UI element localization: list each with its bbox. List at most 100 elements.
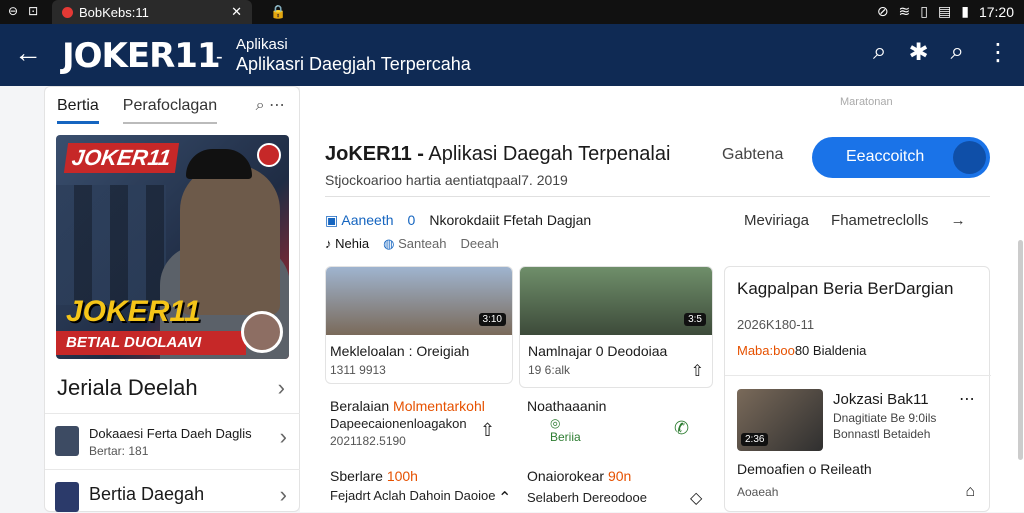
tab-title: BobKebs:11 [79,4,149,20]
news-line2: Selaberh Dereodooe [527,490,647,505]
news-line2: Dapeecaionenloagakon [330,416,467,431]
source-link[interactable]: ▣ Aaneeth [325,212,394,229]
tab-perafoclagan[interactable]: Perafoclagan [122,97,218,124]
news-title[interactable]: Noathaaanin [527,398,606,414]
video-duration: 3:5 [684,313,706,326]
alarm-icon: ⊘ [876,3,889,19]
primary-button[interactable]: Eeaccoitch [812,137,990,178]
meta-row-2: ♪ Nehia ◍ Santeah Deeah [325,236,499,252]
list-thumbnail [55,426,79,456]
side-heading[interactable]: Kagpalpan Beria BerDargian [737,279,953,299]
news-title-highlight: 90n [607,468,632,484]
chevron-right-icon[interactable]: › [278,375,285,401]
appbar-actions: ⌕ ✱ ⌕ ⋮ [873,38,1010,67]
poster-avatar [241,311,283,353]
search-more-icon[interactable]: ⌕ ⋯ [256,95,285,115]
side-item-line2: Bonnastl Betaideh [833,427,931,441]
globe-link[interactable]: ◍ Santeah [383,236,446,252]
meta-text: Nkorokdaiit Ffetah Dagjan [429,212,592,228]
toggle-knob [953,141,986,174]
video-duration: 3:10 [478,313,506,326]
brand-logo[interactable]: JOKER11 [62,36,221,76]
news-title[interactable]: Sberlare 100h [330,468,418,484]
action-label: Beriia [550,430,581,444]
list-item-title: Dokaaesi Ferta Daeh Daglis [89,426,252,441]
divider [325,196,990,197]
side-card: Kagpalpan Beria BerDargian 2026K180-11 M… [724,266,991,512]
poster-title-main: JOKER11 [66,295,201,328]
side-item-line1: Dnagitiate Be 9:0ils [833,411,937,425]
phone-icon[interactable]: ✆ [674,418,689,439]
status-left-icons: ⊖ ⊡ [8,4,38,18]
source-icon: ▣ [325,212,339,228]
news-title[interactable]: Beralaian Molmentarkohl [330,398,485,414]
meta-number: 0 [407,212,416,228]
list-item-sub: Bertar: 181 [89,444,149,458]
tiktok-link[interactable]: ♪ Nehia [325,236,369,252]
video-card[interactable]: 3:5 Namlnajar 0 Deodoiaa 19 6:alk ⇧ [519,266,713,388]
link-meviriaga[interactable]: Meviriaga [744,212,809,229]
card-title: Namlnajar 0 Deodoiaa [528,343,668,359]
video-card[interactable]: 3:10 Mekleloalan : Oreigiah 1311 9913 [325,266,513,384]
poster-strip-text: BETIAL DUOLAAVI [56,331,246,355]
close-icon[interactable]: ✕ [231,4,242,20]
search-icon[interactable]: ⌕ [873,38,886,67]
more-vert-icon[interactable]: ⋮ [986,38,1010,67]
divider [725,375,991,376]
meta2-a: Nehia [335,236,370,251]
list-item-title: Bertia Daegah [89,484,205,504]
side-duration: 2:36 [741,433,769,446]
tiktok-icon: ♪ [325,236,332,251]
top-label: Maratonan [840,96,893,108]
more-horiz-icon[interactable]: ⋯ [959,389,975,409]
home-icon[interactable]: ⌂ [965,483,975,501]
featured-poster[interactable]: JOKER11 JOKER11 BETIAL DUOLAAVI [56,135,289,359]
status-right: ⊘ ≋ ▯ ▤ ▮ 17:20 [877,3,1014,20]
page-subtitle: Stjockoarioo hartia aentiatqpaal7. 2019 [325,172,568,188]
poster-person [180,165,280,315]
card-sub: 19 6:alk [528,363,571,377]
tab-favicon-icon [62,6,73,18]
chevron-right-icon: › [279,424,287,449]
arrow-right-icon[interactable]: → [951,212,966,229]
left-panel: Bertia Perafoclagan ⌕ ⋯ JOKER11 JOKER11 … [44,86,301,513]
news-title-text: Onaiorokear [527,468,605,484]
news-title-highlight: 100h [386,468,418,484]
side-footer: Demoafien o Reileath [737,461,872,477]
list-thumbnail [55,482,79,512]
diamond-icon[interactable]: ◇ [690,488,702,508]
left-tabs: Bertia Perafoclagan [57,97,218,124]
tab-bertia[interactable]: Bertia [57,97,99,124]
news-title[interactable]: Onaiorokear 90n [527,468,631,484]
meta-row: ▣ Aaneeth 0 Nkorokdaiit Ffetah Dagjan [325,212,591,229]
status-bar: ⊖ ⊡ BobKebs:11 ✕ 🔒 ⊘ ≋ ▯ ▤ ▮ 17:20 [0,0,1024,24]
section-heading[interactable]: Jeriala Deelah [57,375,198,401]
tag-orange: Maba:boo [737,343,795,358]
share-icon[interactable]: ⇧ [480,420,495,441]
window-icon: ⊡ [28,4,39,18]
title-rest: Aplikasi Daegah Terpenalai [428,143,671,165]
back-arrow-icon[interactable]: ← [14,39,42,67]
action-beriia[interactable]: ◎ Beriia [550,416,581,444]
poster-badge-icon [257,143,281,167]
side-item-title[interactable]: Jokzasi Bak11 [833,391,929,408]
scrollbar[interactable] [1018,240,1023,460]
vibrate-icon: ▯ [920,3,928,19]
search-icon-2[interactable]: ⌕ [951,38,964,67]
chevron-icon[interactable]: ⌃ [498,488,511,508]
list-item[interactable]: Dokaaesi Ferta Daeh Daglis Bertar: 181 › [45,413,301,469]
brand-text: JOKER11 [62,36,221,76]
favorite-icon[interactable]: ✱ [908,38,928,67]
share-icon[interactable]: ⇧ [691,361,704,381]
news-date: 2021182.5190 [330,434,406,448]
title-bold: JoKER11 - [325,143,424,165]
browser-tab[interactable]: BobKebs:11 ✕ [52,0,252,24]
primary-button-label: Eeaccoitch [846,148,925,165]
side-date: 2026K180-11 [737,317,815,332]
wifi-icon: ≋ [898,3,911,19]
clock-time: 17:20 [978,3,1014,20]
app-subtitle: Aplikasri Daegjah Terpercaha [236,54,471,74]
list-item[interactable]: Bertia Daegah › [45,469,301,513]
secondary-link[interactable]: Gabtena [722,146,783,164]
link-fhametreclolls[interactable]: Fhametreclolls [831,212,929,229]
